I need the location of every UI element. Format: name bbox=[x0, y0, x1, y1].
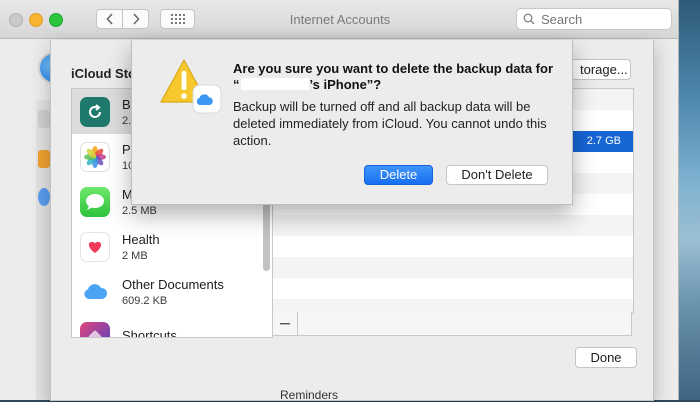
app-name: Health bbox=[122, 231, 160, 247]
minus-icon bbox=[280, 322, 290, 324]
app-size: 2 MB bbox=[122, 249, 148, 262]
forward-button[interactable] bbox=[122, 9, 149, 29]
backup-icon bbox=[80, 96, 110, 127]
alert-heading-end: ’s iPhone”? bbox=[309, 77, 382, 92]
delete-button[interactable]: Delete bbox=[364, 165, 433, 185]
close-window-button[interactable] bbox=[9, 13, 23, 27]
table-row[interactable] bbox=[273, 236, 633, 257]
sidebar-strip bbox=[36, 100, 51, 400]
icloud-icon bbox=[80, 276, 110, 307]
minimize-window-button[interactable] bbox=[29, 13, 43, 27]
search-icon bbox=[523, 13, 535, 25]
table-footer bbox=[272, 312, 632, 336]
redacted-name bbox=[240, 78, 309, 90]
sidebar-item-icon bbox=[38, 150, 50, 168]
messages-icon bbox=[80, 186, 110, 217]
table-row[interactable] bbox=[273, 215, 633, 236]
manage-storage-button[interactable]: torage... bbox=[571, 59, 631, 80]
zoom-window-button[interactable] bbox=[49, 13, 63, 27]
table-row[interactable] bbox=[273, 278, 633, 299]
window-title: Internet Accounts bbox=[289, 12, 391, 27]
search-input[interactable] bbox=[535, 10, 663, 28]
app-name: Other Documents bbox=[122, 276, 224, 292]
photos-icon bbox=[80, 141, 110, 172]
grid-icon bbox=[170, 14, 185, 24]
health-icon bbox=[80, 231, 110, 262]
chevron-right-icon bbox=[132, 13, 140, 25]
dont-delete-button[interactable]: Don't Delete bbox=[446, 165, 548, 185]
show-all-button[interactable] bbox=[160, 9, 195, 29]
sidebar-item-icon bbox=[38, 110, 50, 128]
title-bar: Internet Accounts bbox=[0, 0, 678, 39]
delete-backup-alert: Are you sure you want to delete the back… bbox=[131, 40, 573, 205]
backup-size: 2.7 GB bbox=[586, 135, 621, 147]
alert-message: Backup will be turned off and all backup… bbox=[233, 99, 547, 148]
remove-button[interactable] bbox=[273, 312, 298, 335]
shortcuts-icon bbox=[80, 321, 110, 337]
desktop-wallpaper-edge bbox=[678, 0, 700, 400]
alert-heading: Are you sure you want to delete the back… bbox=[233, 61, 558, 93]
done-button[interactable]: Done bbox=[575, 347, 637, 368]
app-name: Shortcuts bbox=[122, 327, 177, 338]
list-item[interactable]: Other Documents 609.2 KB bbox=[72, 269, 272, 314]
table-row[interactable] bbox=[273, 257, 633, 278]
list-item[interactable]: Shortcuts bbox=[72, 314, 272, 338]
sheet-title: iCloud Sto bbox=[71, 66, 136, 81]
app-size: 609.2 KB bbox=[122, 294, 168, 307]
sidebar-item-icon bbox=[38, 188, 50, 206]
chevron-left-icon bbox=[105, 13, 113, 25]
back-button[interactable] bbox=[96, 9, 123, 29]
app-size: 2.5 MB bbox=[122, 204, 157, 217]
list-item[interactable]: Health 2 MB bbox=[72, 224, 272, 269]
warning-icon bbox=[160, 59, 222, 114]
search-field[interactable] bbox=[516, 8, 672, 30]
